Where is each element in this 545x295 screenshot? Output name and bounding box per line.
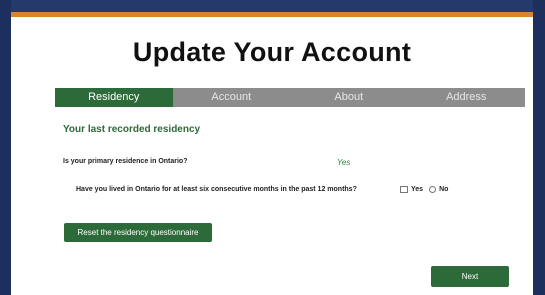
account-card: Update Your Account Residency Account Ab…	[11, 12, 533, 295]
primary-residence-question: Is your primary residence in Ontario?	[63, 158, 188, 165]
yes-option-label: Yes	[411, 186, 424, 193]
yes-checkbox[interactable]	[400, 186, 408, 193]
tab-residency[interactable]: Residency	[55, 88, 173, 107]
six-months-options: Yes No	[400, 186, 448, 193]
section-heading: Your last recorded residency	[63, 124, 201, 135]
six-months-question: Have you lived in Ontario for at least s…	[76, 186, 357, 193]
tab-address[interactable]: Address	[408, 88, 526, 107]
left-background-band	[0, 0, 11, 295]
tab-account[interactable]: Account	[173, 88, 291, 107]
no-option-label: No	[439, 186, 449, 193]
next-button[interactable]: Next	[431, 266, 509, 287]
right-background-band	[533, 0, 545, 295]
no-radio[interactable]	[429, 186, 437, 193]
step-tabs: Residency Account About Address	[55, 88, 525, 107]
reset-questionnaire-button[interactable]: Reset the residency questionnaire	[64, 223, 212, 242]
primary-residence-answer: Yes	[337, 158, 351, 167]
page-title: Update Your Account	[132, 37, 412, 67]
tab-about[interactable]: About	[290, 88, 408, 107]
